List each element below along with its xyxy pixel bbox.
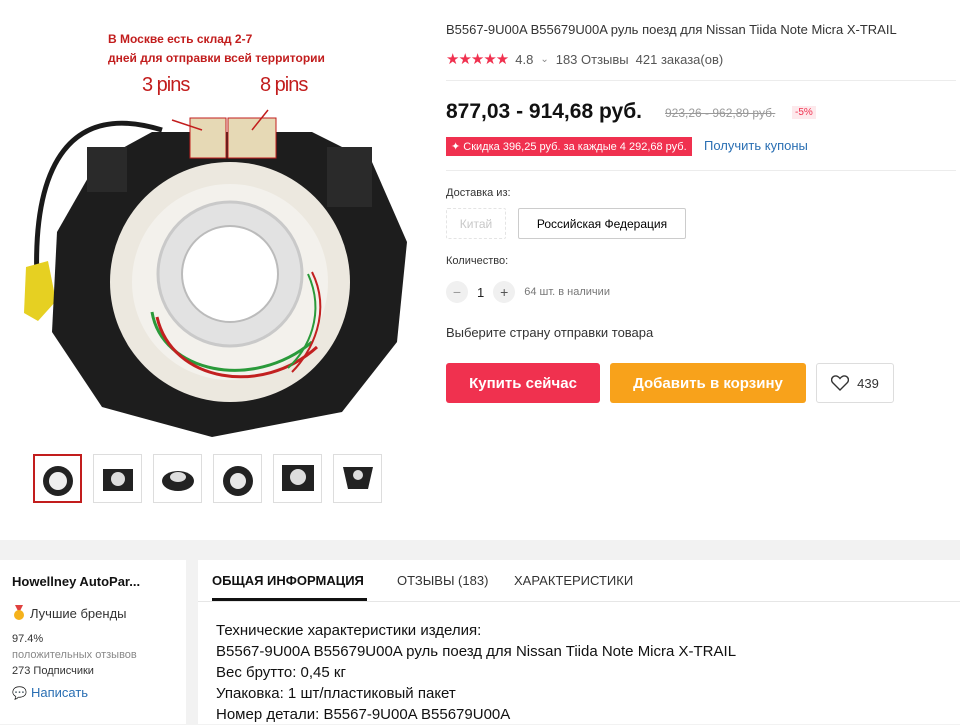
warehouse-note-line-2: дней для отправки всей территории — [108, 51, 325, 65]
tab-reviews[interactable]: ОТЗЫВЫ (183) — [397, 573, 488, 588]
thumbnail-image — [342, 466, 373, 489]
message-seller-link[interactable]: 💬 Написать — [12, 685, 174, 700]
wishlist-count: 439 — [857, 375, 879, 391]
ship-from-china-option[interactable]: Китай — [446, 208, 506, 239]
rating-stars-icon: ★★★★★ — [446, 51, 509, 68]
pin-label-right: 8 pins — [260, 74, 308, 96]
store-card: Howellney AutoPar... Лучшие бренды 97.4%… — [0, 560, 186, 724]
old-price: 923,26 - 962,89 руб. — [665, 106, 776, 120]
divider — [446, 170, 956, 171]
subscribers-count: 273 Подписчики — [12, 665, 94, 677]
store-name[interactable]: Howellney AutoPar... — [12, 574, 174, 589]
chevron-down-icon[interactable]: ⌄ — [540, 54, 548, 65]
thumbnail-image — [161, 470, 194, 491]
tab-specifications[interactable]: ХАРАКТЕРИСТИКИ — [514, 573, 633, 588]
thumbnail-image — [222, 465, 253, 496]
discount-badge: -5% — [792, 106, 816, 119]
pin-label-left: 3 pins — [142, 74, 190, 96]
thumbnail-image — [281, 464, 314, 491]
active-tab-indicator — [212, 598, 367, 601]
best-brands-label: Лучшие бренды — [30, 605, 127, 621]
thumbnail-6[interactable] — [333, 454, 382, 503]
add-to-cart-button[interactable]: Добавить в корзину — [610, 363, 806, 403]
choose-country-text: Выберите страну отправки товара — [446, 325, 654, 340]
quantity-value[interactable]: 1 — [477, 285, 484, 300]
thumbnail-3[interactable] — [153, 454, 202, 503]
product-description: Технические характеристики изделия: B556… — [216, 620, 736, 725]
best-brands-badge: Лучшие бренды — [12, 605, 174, 621]
thumbnail-1[interactable] — [33, 454, 82, 503]
thumbnail-strip — [33, 454, 382, 503]
chat-icon: 💬 — [12, 685, 27, 700]
quantity-decrease-button[interactable]: − — [446, 281, 468, 303]
wishlist-button[interactable]: 439 — [816, 363, 894, 403]
product-title: B5567-9U00A B55679U00A руль поезд для Ni… — [446, 22, 897, 37]
thumbnail-2[interactable] — [93, 454, 142, 503]
warehouse-note: В Москве есть склад 2-7 дней для отправк… — [108, 30, 325, 68]
rating-value: 4.8 — [515, 51, 534, 67]
main-product-image[interactable]: В Москве есть склад 2-7 дней для отправк… — [12, 12, 424, 442]
thumbnail-image — [102, 468, 133, 491]
shipping-label: Доставка из: — [446, 187, 511, 199]
clock-spring-illustration — [24, 109, 407, 437]
quantity-increase-button[interactable]: + — [493, 281, 516, 303]
description-line: Номер детали: B5567-9U00A B55679U00A — [216, 706, 511, 723]
divider — [446, 80, 956, 81]
details-tabs: ОБЩАЯ ИНФОРМАЦИЯ ОТЗЫВЫ (183) ХАРАКТЕРИС… — [198, 560, 960, 602]
positive-feedback-percent: 97.4% — [12, 633, 44, 645]
details-panel: ОБЩАЯ ИНФОРМАЦИЯ ОТЗЫВЫ (183) ХАРАКТЕРИС… — [198, 560, 960, 724]
quantity-label: Количество: — [446, 255, 509, 267]
tab-general-info[interactable]: ОБЩАЯ ИНФОРМАЦИЯ — [212, 573, 364, 588]
medal-icon — [14, 605, 24, 620]
rating-row: ★★★★★ 4.8 ⌄ 183 Отзывы 421 заказа(ов) — [446, 50, 723, 68]
heart-icon — [831, 375, 850, 391]
description-line: Технические характеристики изделия: — [216, 622, 482, 639]
orders-count: 421 заказа(ов) — [635, 51, 724, 67]
warehouse-note-line-1: В Москве есть склад 2-7 — [108, 32, 253, 46]
thumbnail-5[interactable] — [273, 454, 322, 503]
message-seller-label: Написать — [30, 685, 89, 700]
product-section: В Москве есть склад 2-7 дней для отправк… — [0, 0, 960, 540]
get-coupons-link[interactable]: Получить купоны — [704, 138, 808, 153]
quantity-stepper: − 1 + 64 шт. в наличии — [446, 281, 610, 303]
ship-from-russia-option[interactable]: Российская Федерация — [518, 208, 686, 239]
description-line: Упаковка: 1 шт/пластиковый пакет — [216, 685, 456, 702]
positive-feedback-label: положительных отзывов — [12, 649, 137, 661]
buy-now-button[interactable]: Купить сейчас — [446, 363, 600, 403]
price-range: 877,03 - 914,68 руб. — [446, 100, 642, 123]
stock-count: 64 шт. в наличии — [524, 286, 610, 298]
thumbnail-image — [42, 465, 73, 496]
description-line: Вес брутто: 0,45 кг — [216, 664, 346, 681]
description-line: B5567-9U00A B55679U00A руль поезд для Ni… — [216, 643, 737, 660]
thumbnail-4[interactable] — [213, 454, 262, 503]
promo-banner: ✦ Скидка 396,25 руб. за каждые 4 292,68 … — [446, 137, 692, 156]
reviews-link[interactable]: 183 Отзывы — [556, 52, 629, 67]
